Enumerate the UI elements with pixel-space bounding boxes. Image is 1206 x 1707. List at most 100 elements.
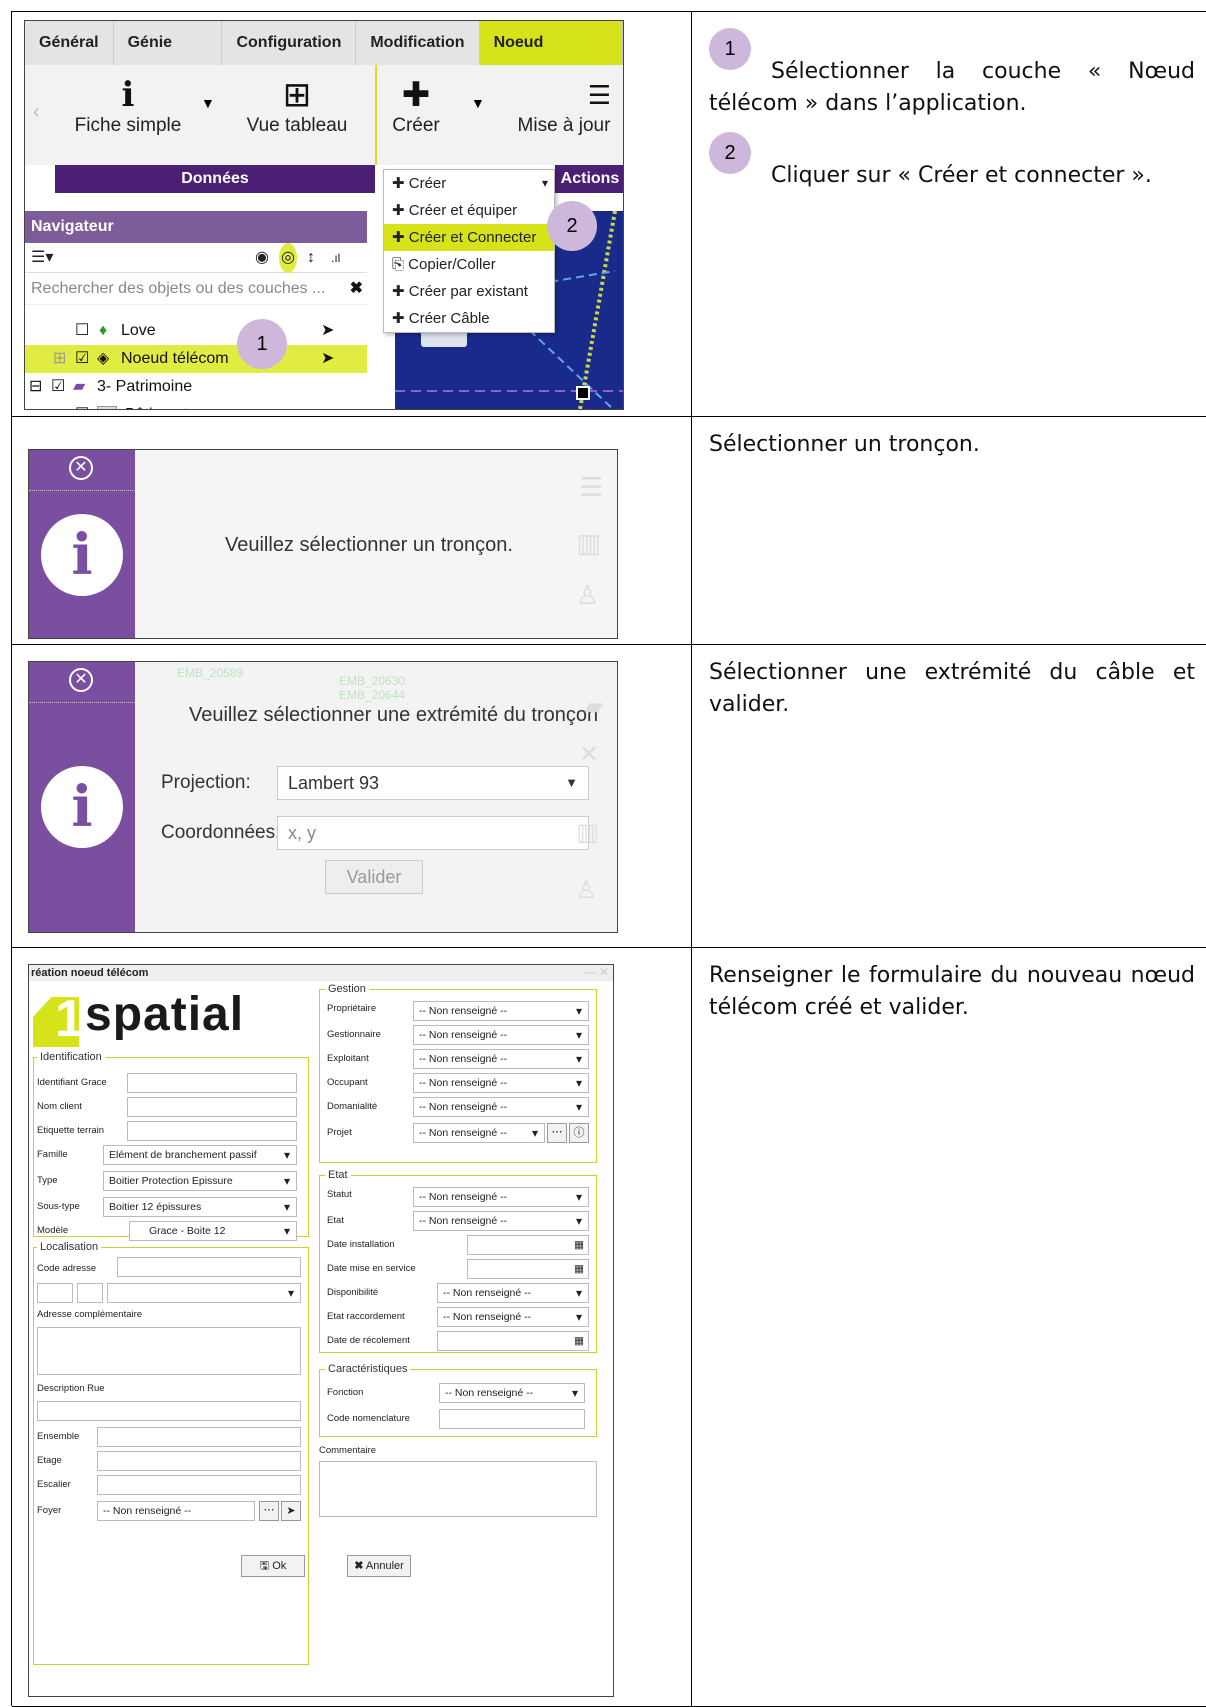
complement-input[interactable] (77, 1283, 103, 1303)
globe-icon[interactable]: ◉ (255, 243, 269, 273)
code-adresse-input[interactable] (117, 1257, 301, 1277)
tree-item-patrimoine[interactable]: ⊟ ☑ ▰ 3- Patrimoine (25, 373, 367, 401)
checkbox-icon[interactable]: ☐ (75, 317, 89, 345)
info-dialog-1: ✕ i Veuillez sélectionner un tronçon. ☰ … (28, 449, 618, 639)
raccordement-select[interactable]: -- Non renseigné -- (437, 1307, 589, 1327)
chevron-left-icon[interactable]: ‹ (33, 101, 40, 124)
expand-icon[interactable]: ⊞ (53, 345, 66, 373)
ok-button[interactable]: 🖫 Ok (241, 1555, 305, 1577)
label-etat: Etat (327, 1215, 344, 1226)
famille-select[interactable]: Elément de branchement passif (103, 1145, 297, 1165)
info-icon: ℹ (121, 76, 135, 114)
date-mise-service-input[interactable]: ▦ (467, 1259, 589, 1279)
checkbox-checked-icon[interactable]: ☑ (51, 373, 65, 401)
creer-button[interactable]: ✚ Créer (381, 75, 451, 137)
annuler-button[interactable]: ✖ Annuler (347, 1555, 411, 1577)
tree-item-batiment[interactable]: ☑ Bâtiment ➤ (25, 401, 367, 409)
numero-input[interactable] (37, 1283, 73, 1303)
vue-tableau-button[interactable]: ⊞ Vue tableau (237, 75, 357, 137)
exploitant-select[interactable]: -- Non renseigné -- (413, 1049, 589, 1069)
menu-icon[interactable]: ☰▾ (31, 249, 53, 266)
checkbox-checked-icon[interactable]: ☑ (75, 401, 89, 409)
close-icon[interactable]: ✖ (350, 273, 363, 305)
tab-modification[interactable]: Modification (356, 21, 480, 65)
tree-item-noeud-telecom[interactable]: ⊞ ☑ ◈ Noeud télécom ➤ (25, 345, 367, 373)
tab-configuration[interactable]: Configuration (222, 21, 357, 65)
type-select[interactable]: Boitier Protection Epissure (103, 1171, 297, 1191)
description-rue-input[interactable] (37, 1401, 301, 1421)
close-circle-icon[interactable]: ✕ (69, 668, 93, 692)
coordinates-input[interactable]: x, y (277, 816, 589, 850)
proprietaire-select[interactable]: -- Non renseigné -- (413, 1001, 589, 1021)
label-etat-raccordement: Etat raccordement (327, 1311, 405, 1322)
statut-select[interactable]: -- Non renseigné -- (413, 1187, 589, 1207)
tree-item-love[interactable]: ☐ ♦ Love ➤ (25, 317, 367, 345)
adresse-comp-input[interactable] (37, 1327, 301, 1375)
signal-icon[interactable]: .ıl (331, 243, 340, 273)
menu-item-creer[interactable]: ✚ Créer (384, 170, 554, 197)
disponibilite-select[interactable]: -- Non renseigné -- (437, 1283, 589, 1303)
cell-instructions-1: 1 Sélectionner la couche « Nœud télécom … (693, 12, 1206, 416)
identifiant-input[interactable] (127, 1073, 297, 1093)
occupant-select[interactable]: -- Non renseigné -- (413, 1073, 589, 1093)
date-recolement-input[interactable]: ▦ (437, 1331, 589, 1351)
projet-select[interactable]: -- Non renseigné -- (413, 1123, 545, 1143)
cursor-icon[interactable]: ➤ (321, 401, 334, 409)
more-button[interactable]: ⋯ (259, 1501, 279, 1521)
info-icon[interactable]: ⓘ (569, 1123, 589, 1143)
tab-general[interactable]: Général (25, 21, 114, 65)
gestionnaire-select[interactable]: -- Non renseigné -- (413, 1025, 589, 1045)
navigator-search[interactable]: Rechercher des objets ou des couches ...… (25, 273, 367, 305)
checkbox-checked-icon[interactable]: ☑ (75, 345, 89, 373)
cursor-icon[interactable]: ➤ (321, 317, 334, 345)
foyer-input[interactable]: -- Non renseigné -- (97, 1501, 255, 1521)
tab-genie-civil[interactable]: Génie civil (114, 21, 223, 95)
chevron-down-icon[interactable]: ▼ (471, 95, 485, 111)
info-panel: ✕ i (29, 662, 135, 932)
callout-badge-2: 2 (547, 201, 597, 251)
fonction-select[interactable]: -- Non renseigné -- (439, 1383, 585, 1403)
close-circle-icon[interactable]: ✕ (69, 456, 93, 480)
cursor-icon[interactable]: ➤ (321, 345, 334, 373)
row-step-1: Général Génie civil Configuration Modifi… (12, 12, 1206, 417)
voie-select[interactable] (107, 1283, 301, 1303)
mise-a-jour-button[interactable]: ☰ Mise à jour (509, 75, 619, 137)
more-button[interactable]: ⋯ (547, 1123, 567, 1143)
fiche-simple-button[interactable]: ℹ Fiche simple (63, 75, 193, 137)
menu-item-creer-connecter[interactable]: ✚ Créer et Connecter (384, 224, 554, 251)
close-icon: ✖ (354, 1560, 364, 1572)
menu-item-creer-existant[interactable]: ✚ Créer par existant (384, 278, 554, 305)
etiquette-input[interactable] (127, 1121, 297, 1141)
ensemble-input[interactable] (97, 1427, 301, 1447)
sort-icon[interactable]: ↕ (307, 243, 315, 273)
folder-icon: ▰ (73, 378, 86, 395)
etat-select[interactable]: -- Non renseigné -- (413, 1211, 589, 1231)
menu-item-copier-coller[interactable]: ⎘ Copier/Coller (384, 251, 554, 278)
date-installation-input[interactable]: ▦ (467, 1235, 589, 1255)
code-nomenclature-input[interactable] (439, 1409, 585, 1429)
sous-type-select[interactable]: Boitier 12 épissures (103, 1197, 297, 1217)
menu-item-creer-equiper[interactable]: ✚ Créer et équiper (384, 197, 554, 224)
map-label: EMB_20644 (339, 688, 406, 702)
projection-select[interactable]: Lambert 93 ▼ (277, 766, 589, 800)
domanialite-select[interactable]: -- Non renseigné -- (413, 1097, 589, 1117)
commentaire-input[interactable] (319, 1461, 597, 1517)
tab-noeud-telecom[interactable]: Noeud télécom (479, 21, 623, 95)
window-title: réation noeud télécom (29, 965, 613, 981)
valider-button[interactable]: Valider (325, 860, 423, 894)
escalier-input[interactable] (97, 1475, 301, 1495)
collapse-icon[interactable]: ⊟ (29, 373, 42, 401)
dialog-message: Veuillez sélectionner un tronçon. (225, 534, 513, 556)
close-icon[interactable]: ✕ (599, 965, 609, 979)
modele-select[interactable]: Grace - Boite 12 (129, 1221, 297, 1241)
chevron-down-icon[interactable]: ▼ (201, 95, 215, 111)
menu-item-creer-cable[interactable]: ✚ Créer Câble (384, 305, 554, 332)
layer-swatch (97, 406, 117, 409)
row-step-3: ✕ i EMB_20589 EMB_20630 EMB_20644 Veuill… (12, 645, 1206, 948)
label-type: Type (37, 1175, 58, 1186)
etage-input[interactable] (97, 1451, 301, 1471)
minimize-icon[interactable]: — (585, 965, 597, 979)
eye-icon[interactable]: ◎ (279, 243, 297, 273)
pick-cursor-icon[interactable]: ➤ (281, 1501, 301, 1521)
nom-client-input[interactable] (127, 1097, 297, 1117)
